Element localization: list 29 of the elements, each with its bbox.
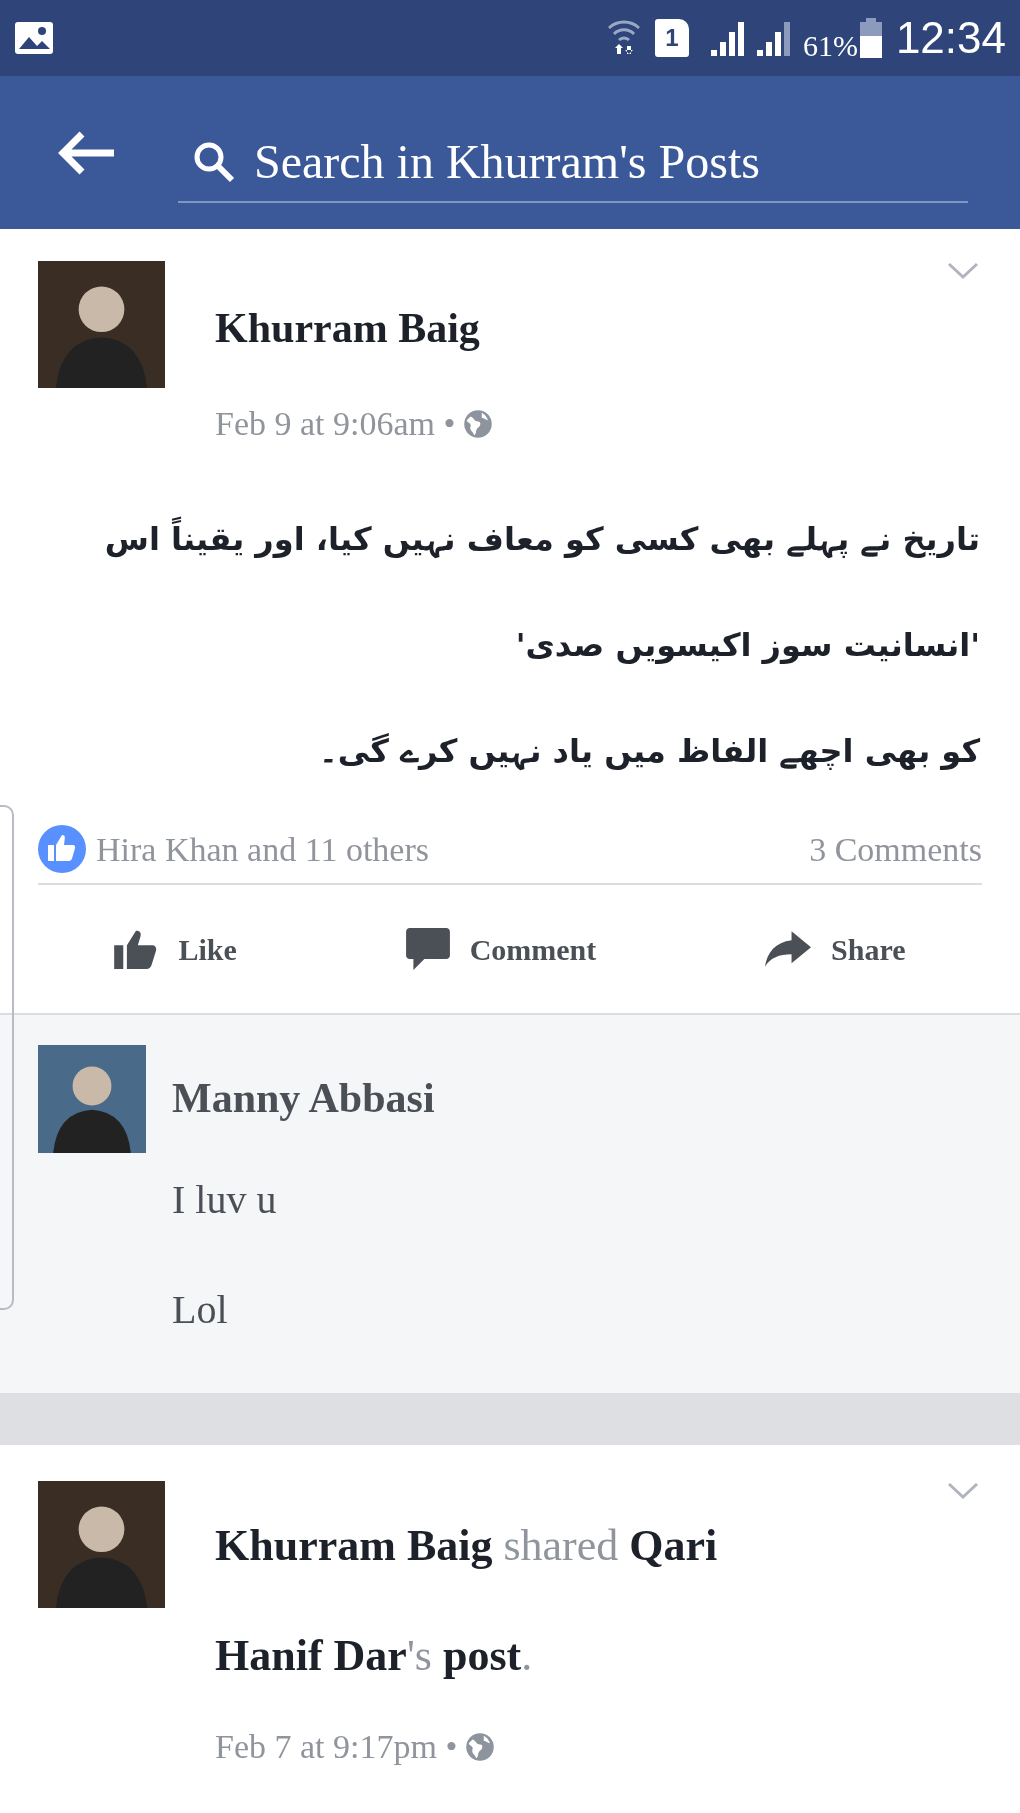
- comment-button[interactable]: Comment: [405, 926, 597, 972]
- avatar[interactable]: [38, 1045, 146, 1153]
- share-button[interactable]: Share: [765, 926, 906, 972]
- battery-percent: 61%: [802, 27, 858, 64]
- speech-bubble-icon: [405, 928, 450, 970]
- battery-icon: [859, 18, 882, 58]
- avatar[interactable]: [38, 1481, 165, 1608]
- side-handle[interactable]: [0, 805, 14, 1310]
- image-icon: [14, 21, 54, 55]
- avatar[interactable]: [38, 261, 165, 388]
- like-button[interactable]: Like: [114, 926, 237, 972]
- thumbs-up-icon: [114, 929, 159, 969]
- commenter-name[interactable]: Manny Abbasi: [172, 1067, 435, 1130]
- post-text-line: 'انسانیت سوز اکیسویں صدی': [515, 625, 980, 666]
- post-headline[interactable]: Khurram Baig shared Qari Hanif Dar's post.: [215, 1481, 795, 1711]
- comment-text: I luv u: [172, 1176, 278, 1224]
- search-field[interactable]: Search in Khurram's Posts: [254, 125, 968, 198]
- post-text-line: تاریخ نے پہلے بھی کسی کو معاف نہیں کیا، اور یقیناً اس: [104, 509, 980, 569]
- post-text-line: کو بھی اچھے الفاظ میں یاد نہیں کرے گی۔: [318, 731, 980, 773]
- back-arrow-icon[interactable]: [58, 129, 116, 176]
- share-arrow-icon: [765, 931, 812, 967]
- comment-text: Lol: [172, 1286, 229, 1334]
- sim-icon: 1: [654, 19, 689, 57]
- globe-icon: [463, 408, 494, 439]
- search-bar[interactable]: Search in Khurram's Posts: [178, 122, 968, 203]
- globe-icon: [465, 1731, 496, 1762]
- like-badge-icon: [38, 825, 86, 873]
- clock: 12:34: [895, 12, 1006, 64]
- author-name[interactable]: Khurram Baig: [215, 297, 946, 360]
